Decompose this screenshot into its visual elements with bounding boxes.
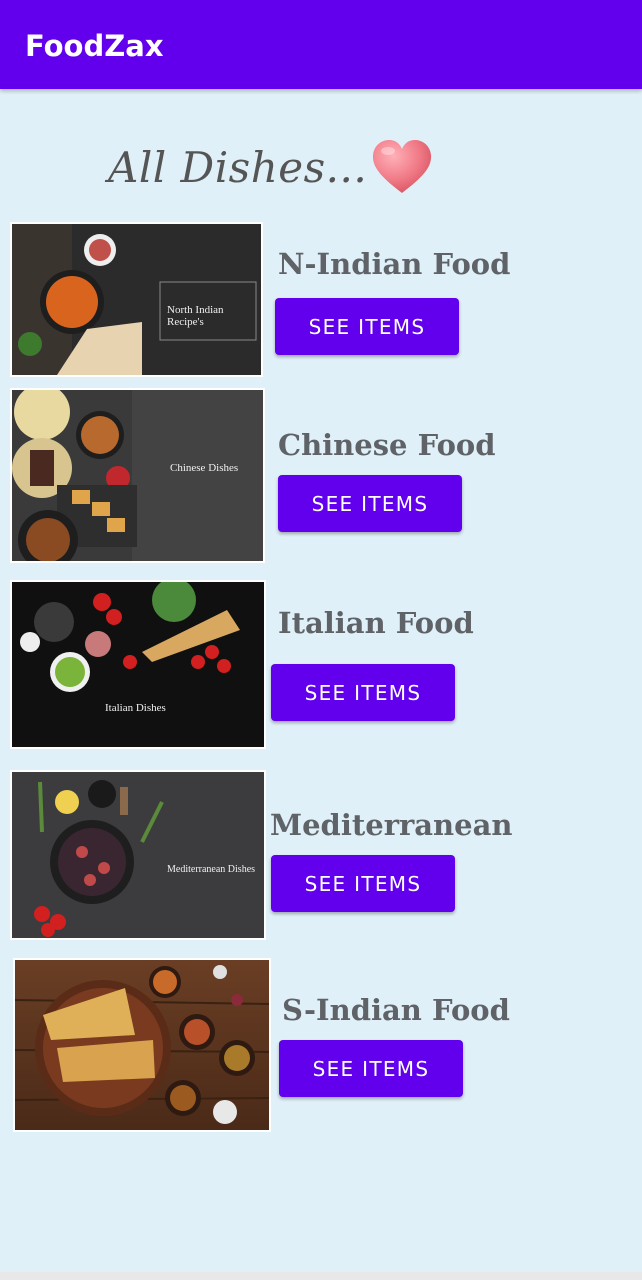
image-caption: North Indian Recipe's <box>167 304 224 328</box>
dish-image-south-indian <box>13 958 271 1132</box>
image-caption: Chinese Dishes <box>170 462 239 474</box>
heart-icon <box>373 140 432 193</box>
dish-image-mediterranean: Mediterranean Dishes <box>10 770 266 940</box>
dish-image-italian: Italian Dishes <box>10 580 266 749</box>
dish-title-chinese: Chinese Food <box>278 428 496 462</box>
app-title: FoodZax <box>25 29 164 63</box>
dish-title-north-indian: N-Indian Food <box>278 247 511 281</box>
see-items-button-italian[interactable]: SEE ITEMS <box>271 664 455 721</box>
dish-title-south-indian: S-Indian Food <box>282 993 510 1027</box>
see-items-button-mediterranean[interactable]: SEE ITEMS <box>271 855 455 912</box>
dish-image-north-indian: North Indian Recipe's <box>10 222 263 377</box>
all-dishes-heading: All Dishes... <box>108 132 433 202</box>
image-caption: Mediterranean Dishes <box>167 864 256 875</box>
heading-text: All Dishes... <box>108 142 368 192</box>
image-caption: Italian Dishes <box>105 702 166 714</box>
dish-image-chinese: Chinese Dishes <box>10 388 265 563</box>
dish-title-italian: Italian Food <box>278 606 474 640</box>
see-items-button-north-indian[interactable]: SEE ITEMS <box>275 298 459 355</box>
see-items-button-south-indian[interactable]: SEE ITEMS <box>279 1040 463 1097</box>
bottom-edge <box>0 1272 642 1280</box>
app-bar: FoodZax <box>0 0 642 89</box>
dish-title-mediterranean: Mediterranean <box>270 808 513 842</box>
see-items-button-chinese[interactable]: SEE ITEMS <box>278 475 462 532</box>
